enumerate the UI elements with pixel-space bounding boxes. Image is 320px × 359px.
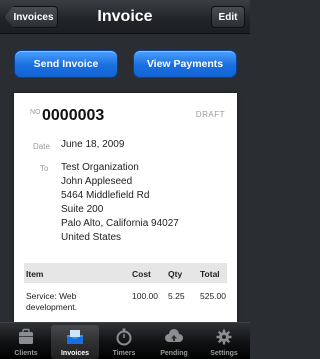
tab-label: Invoices <box>60 350 89 357</box>
tab-invoices[interactable]: Invoices <box>51 325 99 359</box>
recipient-address: Test Organization John Appleseed 5464 Mi… <box>61 161 179 245</box>
line-item-description: Service: Web development. <box>26 291 78 312</box>
address-line: Test Organization <box>61 162 139 173</box>
column-header-item: Item <box>26 269 44 279</box>
tab-label: Clients <box>14 350 38 357</box>
address-line: John Appleseed <box>61 176 133 187</box>
cloud-upload-icon <box>165 329 183 342</box>
tab-pending[interactable]: Pending <box>150 325 198 359</box>
tab-timers[interactable]: Timers <box>100 325 148 359</box>
tab-label: Settings <box>210 350 238 357</box>
address-line: 5464 Middlefield Rd <box>61 190 150 201</box>
tab-clients[interactable]: Clients <box>2 325 50 359</box>
invoice-number: 0000003 <box>42 107 105 124</box>
date-label: Date <box>33 142 50 151</box>
timer-icon <box>116 328 132 346</box>
clients-icon <box>19 328 33 344</box>
send-invoice-button[interactable]: Send Invoice <box>14 50 118 78</box>
gear-icon <box>216 329 232 345</box>
invoice-document: NO 0000003 DRAFT Date June 18, 2009 To T… <box>14 93 237 323</box>
invoice-date: June 18, 2009 <box>61 139 125 150</box>
column-header-cost: Cost <box>132 269 151 279</box>
address-line: United States <box>61 232 122 243</box>
recipient-label: To <box>40 164 49 173</box>
table-row[interactable]: Service: Web development. 100.00 5.25 52… <box>24 289 227 319</box>
navigation-bar: Invoices Invoice Edit <box>0 0 250 34</box>
status-badge: DRAFT <box>195 110 225 119</box>
line-item-cost: 100.00 <box>132 291 158 301</box>
column-header-qty: Qty <box>168 269 183 279</box>
address-line: Palo Alto, California 94027 <box>61 218 179 229</box>
tab-label: Pending <box>160 350 188 357</box>
tab-settings[interactable]: Settings <box>200 325 248 359</box>
line-item-qty: 5.25 <box>168 291 185 301</box>
tab-bar: Clients Invoices Timers Pending Settings <box>0 322 250 359</box>
view-payments-button[interactable]: View Payments <box>133 50 237 78</box>
invoices-icon <box>67 330 83 344</box>
back-button-invoices[interactable]: Invoices <box>4 6 58 28</box>
line-items-header: Item Cost Qty Total <box>24 263 227 283</box>
address-line: Suite 200 <box>61 204 104 215</box>
line-item-total: 525.00 <box>200 291 226 301</box>
column-header-total: Total <box>200 269 220 279</box>
invoice-number-label: NO <box>30 109 41 116</box>
edit-button[interactable]: Edit <box>211 6 245 28</box>
tab-label: Timers <box>112 350 136 357</box>
